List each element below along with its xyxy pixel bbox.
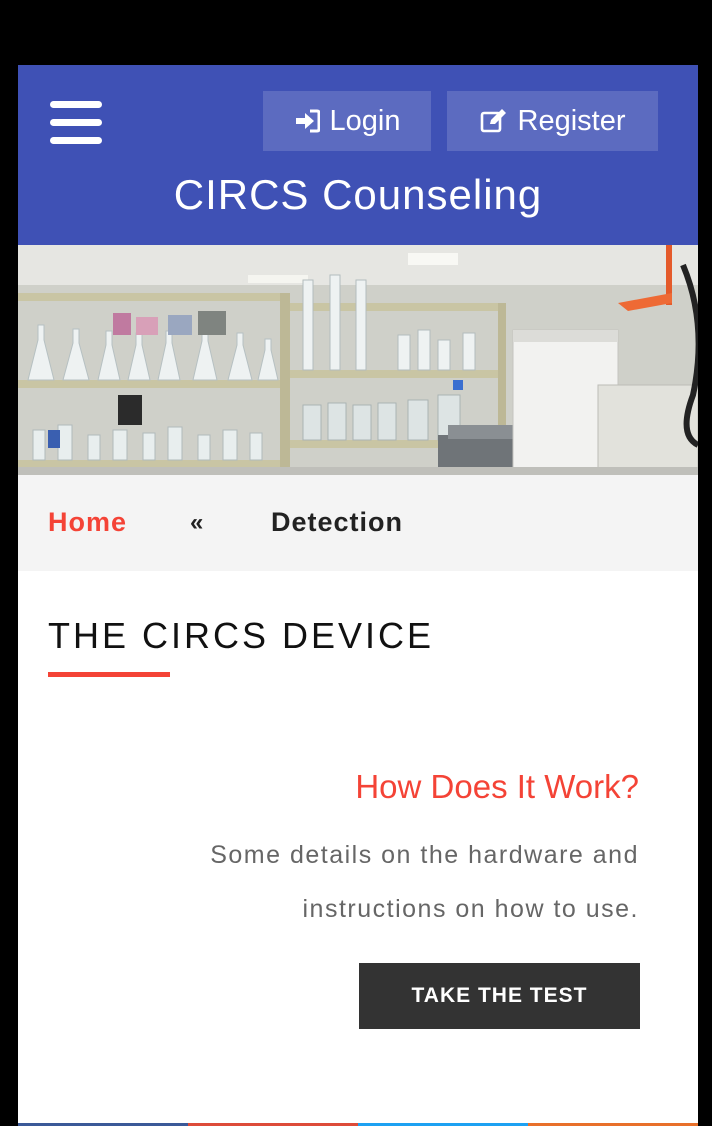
site-title: CIRCS Counseling	[173, 171, 543, 218]
breadcrumb: Home « Detection	[18, 475, 698, 571]
breadcrumb-home-link[interactable]: Home	[48, 507, 127, 538]
hamburger-menu-icon[interactable]	[50, 101, 102, 145]
how-it-works-heading: How Does It Work?	[355, 768, 639, 805]
hero-lab-image	[18, 245, 698, 475]
login-label: Login	[329, 104, 401, 137]
section-title: THE CIRCS DEVICE	[48, 615, 435, 656]
register-button[interactable]: Register	[447, 91, 658, 151]
sign-in-icon	[295, 109, 320, 133]
register-label: Register	[517, 104, 626, 137]
take-test-button[interactable]: TAKE THE TEST	[359, 963, 640, 1029]
login-button[interactable]: Login	[263, 91, 431, 151]
how-it-works-description: Some details on the hardware and instruc…	[210, 841, 639, 923]
edit-icon	[480, 109, 506, 133]
breadcrumb-separator: «	[190, 509, 204, 536]
breadcrumb-current: Detection	[271, 507, 404, 537]
section-title-underline	[48, 672, 170, 677]
page-frame: Login Register CIRCS Counseling Home « D…	[18, 65, 698, 1126]
site-header: Login Register CIRCS Counseling	[18, 65, 698, 245]
